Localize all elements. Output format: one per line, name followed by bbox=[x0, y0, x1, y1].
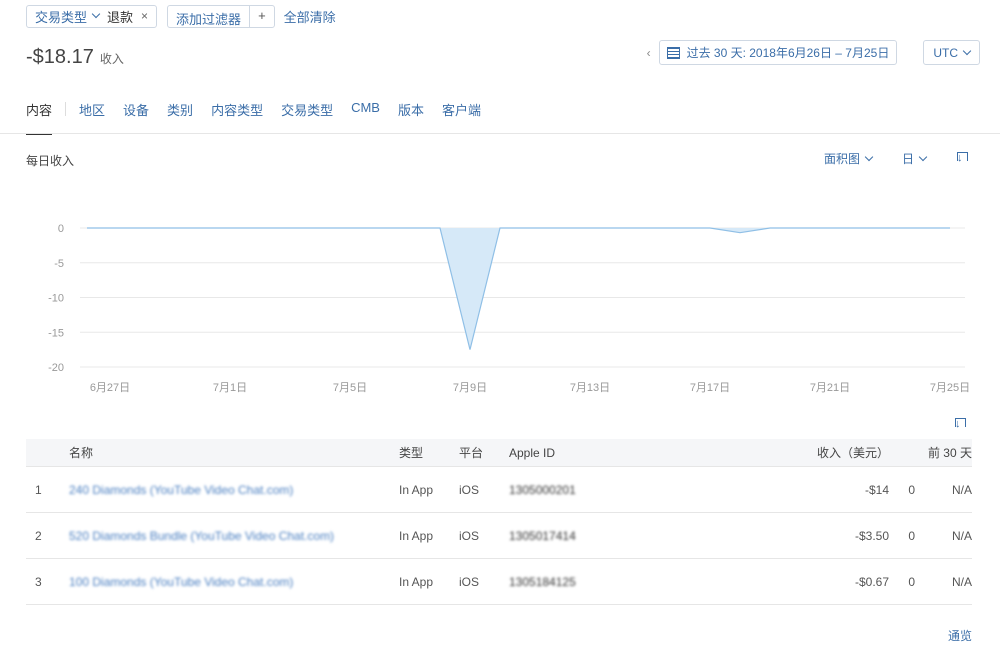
y-tick-label: -10 bbox=[48, 293, 64, 305]
tab-transaction-type[interactable]: 交易类型 bbox=[281, 100, 333, 135]
download-icon[interactable] bbox=[954, 418, 966, 432]
row-platform: iOS bbox=[459, 528, 480, 543]
row-name[interactable]: 240 Diamonds (YouTube Video Chat.com) bbox=[69, 483, 399, 497]
row-type: In App bbox=[399, 574, 434, 589]
chart-type-select[interactable]: 面积图 bbox=[823, 150, 874, 167]
calendar-icon bbox=[666, 46, 680, 59]
chevron-down-icon bbox=[962, 46, 972, 55]
col-name[interactable]: 名称 bbox=[69, 444, 399, 461]
table-row[interactable]: 1 240 Diamonds (YouTube Video Chat.com) … bbox=[26, 467, 972, 513]
row-name[interactable]: 100 Diamonds (YouTube Video Chat.com) bbox=[69, 575, 399, 589]
table-header: 名称 类型 平台 Apple ID 收入（美元） 前 30 天 bbox=[26, 439, 972, 467]
date-controls: ‹ 过去 30 天: 2018年6月26日 – 7月25日 UTC bbox=[647, 40, 980, 65]
chevron-down-icon bbox=[91, 9, 101, 19]
col-platform[interactable]: 平台 bbox=[459, 444, 509, 461]
x-tick-label: 6月27日 bbox=[90, 382, 130, 394]
y-tick-label: 0 bbox=[58, 223, 64, 235]
close-icon[interactable]: × bbox=[141, 9, 148, 23]
row-type: In App bbox=[399, 482, 434, 497]
x-tick-label: 7月21日 bbox=[810, 382, 850, 394]
row-count: 0 bbox=[908, 482, 915, 497]
total-unit: 收入 bbox=[99, 52, 124, 66]
tab-content[interactable]: 内容 bbox=[26, 100, 53, 135]
row-apple-id: 1305000201 bbox=[509, 482, 576, 497]
table-row[interactable]: 2 520 Diamonds Bundle (YouTube Video Cha… bbox=[26, 513, 972, 559]
revenue-summary: -$18.17 收入 bbox=[26, 46, 124, 69]
x-tick-label: 7月13日 bbox=[570, 382, 610, 394]
row-revenue: -$3.50 bbox=[854, 528, 889, 543]
row-apple-id: 1305017414 bbox=[509, 528, 576, 543]
dimension-tabs: 内容 地区 设备 类别 内容类型 交易类型 CMB 版本 客户端 bbox=[26, 100, 499, 135]
x-tick-label: 7月9日 bbox=[453, 382, 487, 394]
row-count: 0 bbox=[908, 574, 915, 589]
row-previous: N/A bbox=[951, 574, 972, 589]
total-amount: -$18.17 bbox=[26, 46, 94, 68]
tab-category[interactable]: 类别 bbox=[167, 100, 193, 135]
col-type[interactable]: 类型 bbox=[399, 444, 459, 461]
daily-revenue-chart: 0 -5 -10 -15 -20 6月27日 7月1日 7月5日 7月9日 7月13日 7月17日 7… bbox=[48, 223, 970, 394]
add-filter-button[interactable]: 添加过滤器 + bbox=[167, 4, 275, 28]
tab-version[interactable]: 版本 bbox=[398, 100, 424, 135]
tab-region[interactable]: 地区 bbox=[79, 100, 105, 135]
download-icon[interactable] bbox=[956, 151, 968, 166]
filter-chip-value: 退款 bbox=[107, 9, 134, 25]
tab-divider bbox=[65, 102, 67, 116]
col-apple-id[interactable]: Apple ID bbox=[509, 446, 749, 460]
x-tick-label: 7月5日 bbox=[333, 382, 367, 394]
filter-chip-transaction-type[interactable]: 交易类型 退款 × bbox=[26, 4, 158, 28]
row-previous: N/A bbox=[951, 528, 972, 543]
chevron-left-icon[interactable]: ‹ bbox=[647, 46, 651, 60]
overview-link[interactable]: 通览 bbox=[948, 627, 972, 644]
chart-type-label: 面积图 bbox=[823, 152, 860, 166]
granularity-select[interactable]: 日 bbox=[901, 150, 928, 167]
chart-tools: 面积图 日 bbox=[824, 150, 968, 167]
row-name[interactable]: 520 Diamonds Bundle (YouTube Video Chat.… bbox=[69, 529, 399, 543]
content-table: 名称 类型 平台 Apple ID 收入（美元） 前 30 天 1 240 Di… bbox=[26, 439, 972, 605]
x-tick-label: 7月25日 bbox=[930, 382, 970, 394]
row-apple-id: 1305184125 bbox=[509, 574, 576, 589]
tabs-divider bbox=[0, 133, 1000, 134]
col-revenue[interactable]: 收入（美元） bbox=[749, 444, 889, 461]
tab-content-type[interactable]: 内容类型 bbox=[211, 100, 263, 135]
y-tick-label: -15 bbox=[48, 327, 64, 339]
area-line bbox=[87, 227, 950, 350]
row-index: 3 bbox=[35, 574, 42, 589]
row-revenue: -$14 bbox=[864, 482, 889, 497]
chart-title: 每日收入 bbox=[26, 154, 75, 168]
x-tick-label: 7月1日 bbox=[213, 382, 247, 394]
date-range-label: 过去 30 天: 2018年6月26日 – 7月25日 bbox=[686, 46, 890, 60]
date-range-picker[interactable]: 过去 30 天: 2018年6月26日 – 7月25日 bbox=[658, 40, 898, 65]
x-tick-label: 7月17日 bbox=[690, 382, 730, 394]
row-count: 0 bbox=[908, 528, 915, 543]
row-previous: N/A bbox=[951, 482, 972, 497]
row-revenue: -$0.67 bbox=[854, 574, 889, 589]
row-index: 1 bbox=[35, 482, 42, 497]
tab-device[interactable]: 设备 bbox=[123, 100, 149, 135]
y-tick-label: -5 bbox=[54, 258, 64, 270]
chevron-down-icon bbox=[864, 152, 874, 161]
plus-icon[interactable]: + bbox=[250, 6, 274, 27]
timezone-label: UTC bbox=[933, 45, 958, 60]
area-fill bbox=[87, 228, 950, 350]
row-platform: iOS bbox=[459, 482, 480, 497]
granularity-label: 日 bbox=[901, 152, 914, 166]
table-row[interactable]: 3 100 Diamonds (YouTube Video Chat.com) … bbox=[26, 559, 972, 605]
row-type: In App bbox=[399, 528, 434, 543]
chevron-down-icon bbox=[918, 152, 928, 161]
row-index: 2 bbox=[35, 528, 42, 543]
filter-bar: 交易类型 退款 × 添加过滤器 + 全部清除 bbox=[26, 4, 336, 28]
add-filter-label[interactable]: 添加过滤器 bbox=[168, 5, 251, 27]
row-platform: iOS bbox=[459, 574, 480, 589]
clear-all-link[interactable]: 全部清除 bbox=[284, 7, 336, 26]
filter-chip-label: 交易类型 bbox=[35, 9, 88, 25]
tab-client[interactable]: 客户端 bbox=[442, 100, 481, 135]
timezone-select[interactable]: UTC bbox=[923, 40, 980, 65]
col-previous-30-days[interactable]: 前 30 天 bbox=[915, 444, 972, 461]
tab-cmb[interactable]: CMB bbox=[351, 100, 380, 135]
y-tick-label: -20 bbox=[48, 362, 64, 374]
